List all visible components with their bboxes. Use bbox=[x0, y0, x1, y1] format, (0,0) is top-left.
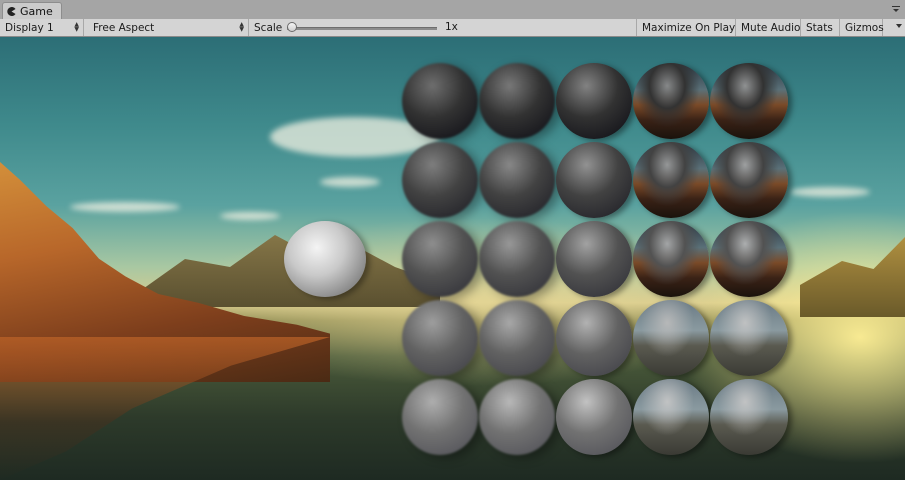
game-viewport[interactable] bbox=[0, 37, 905, 480]
scale-control: Scale 1x bbox=[249, 19, 636, 36]
updown-arrows-icon: ▲ ▼ bbox=[239, 21, 244, 33]
material-sphere[interactable] bbox=[479, 63, 555, 139]
material-sphere[interactable] bbox=[479, 379, 555, 455]
material-sphere[interactable] bbox=[710, 300, 788, 376]
material-sphere[interactable] bbox=[479, 142, 555, 218]
game-toolbar: Display 1 ▲ ▼ Free Aspect ▲ ▼ Scale 1x Max… bbox=[0, 19, 905, 37]
material-sphere[interactable] bbox=[402, 142, 478, 218]
mute-label: Mute Audio bbox=[741, 21, 801, 34]
gizmos-dropdown[interactable] bbox=[883, 19, 905, 36]
maximize-label: Maximize On Play bbox=[642, 21, 736, 34]
scale-slider-handle[interactable] bbox=[287, 22, 297, 32]
tab-menu-icon[interactable] bbox=[891, 4, 901, 14]
material-sphere[interactable] bbox=[633, 142, 709, 218]
material-sphere[interactable] bbox=[556, 63, 632, 139]
right-mountains bbox=[800, 237, 905, 317]
material-sphere[interactable] bbox=[633, 300, 709, 376]
material-sphere[interactable] bbox=[710, 142, 788, 218]
material-sphere[interactable] bbox=[633, 63, 709, 139]
material-sphere[interactable] bbox=[479, 221, 555, 297]
mute-audio-toggle[interactable]: Mute Audio bbox=[736, 19, 801, 36]
cloud bbox=[320, 177, 380, 187]
scale-value: 1x bbox=[445, 21, 458, 33]
material-sphere[interactable] bbox=[556, 300, 632, 376]
material-sphere[interactable] bbox=[556, 142, 632, 218]
scale-slider-track[interactable] bbox=[287, 27, 437, 30]
stats-label: Stats bbox=[806, 21, 833, 34]
material-sphere[interactable] bbox=[402, 221, 478, 297]
gizmos-toggle[interactable]: Gizmos bbox=[840, 19, 884, 36]
material-sphere[interactable] bbox=[402, 379, 478, 455]
scale-label: Scale bbox=[254, 21, 283, 34]
material-sphere[interactable] bbox=[710, 221, 788, 297]
display-dropdown[interactable]: Display 1 ▲ ▼ bbox=[0, 19, 84, 36]
aspect-dropdown[interactable]: Free Aspect ▲ ▼ bbox=[88, 19, 249, 36]
material-sphere[interactable] bbox=[710, 379, 788, 455]
updown-arrows-icon: ▲ ▼ bbox=[74, 21, 79, 33]
material-sphere[interactable] bbox=[556, 221, 632, 297]
cloud bbox=[790, 187, 870, 197]
game-pacman-icon bbox=[7, 6, 16, 16]
maximize-on-play-toggle[interactable]: Maximize On Play bbox=[636, 19, 736, 36]
stats-toggle[interactable]: Stats bbox=[801, 19, 840, 36]
gizmos-label: Gizmos bbox=[845, 21, 884, 34]
material-sphere[interactable] bbox=[710, 63, 788, 139]
display-label: Display 1 bbox=[5, 21, 54, 34]
chevron-down-icon bbox=[896, 24, 902, 28]
tab-game[interactable]: Game bbox=[2, 2, 62, 19]
material-sphere[interactable] bbox=[633, 221, 709, 297]
material-sphere[interactable] bbox=[633, 379, 709, 455]
tab-label: Game bbox=[20, 4, 53, 18]
material-sphere[interactable] bbox=[402, 300, 478, 376]
aspect-label: Free Aspect bbox=[93, 21, 155, 34]
tab-bar: Game bbox=[0, 0, 905, 20]
cloud bbox=[220, 212, 280, 220]
material-sphere[interactable] bbox=[402, 63, 478, 139]
reference-sphere[interactable] bbox=[284, 221, 366, 297]
material-sphere[interactable] bbox=[556, 379, 632, 455]
material-sphere[interactable] bbox=[479, 300, 555, 376]
cloud bbox=[70, 202, 180, 212]
